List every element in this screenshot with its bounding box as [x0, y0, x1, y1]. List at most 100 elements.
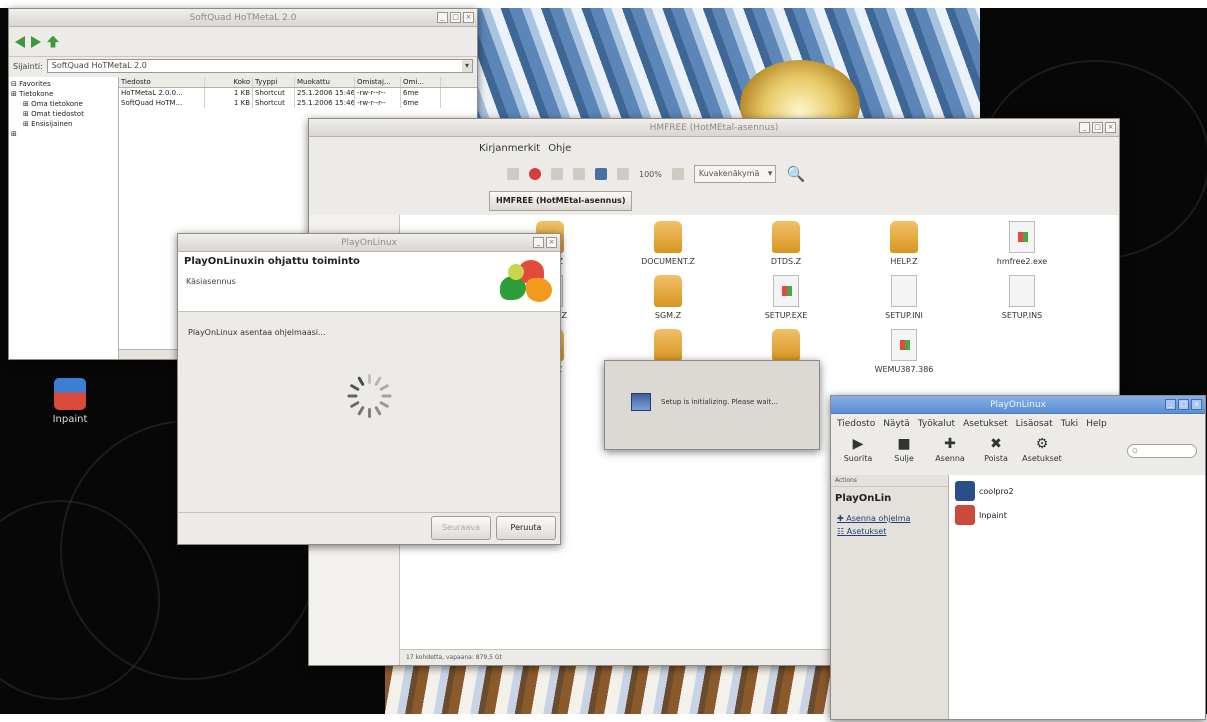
file-icon-item[interactable]: SETUP.INS — [967, 275, 1077, 320]
loading-spinner-icon — [347, 374, 392, 418]
column-header[interactable]: Muokattu — [295, 77, 355, 87]
column-header[interactable]: Koko — [205, 77, 253, 87]
hm-menubar: Kirjanmerkit Ohje — [309, 137, 1119, 159]
window-controls: _ □ × — [437, 12, 474, 23]
toolbar-install-button[interactable]: ✚ Asenna — [929, 434, 971, 463]
toolbar-run-button[interactable]: ▶ Suorita — [837, 434, 879, 463]
tree-item[interactable]: ⊞ — [11, 129, 116, 139]
file-icon — [1009, 221, 1035, 253]
table-row[interactable]: HoTMetaL 2.0.0... 1 KB Shortcut 25.1.2006 1… — [119, 88, 477, 98]
computer-icon[interactable] — [595, 168, 607, 180]
file-icon-item[interactable]: SETUP.EXE — [731, 275, 841, 320]
next-button[interactable]: Seuraava — [431, 516, 491, 540]
reload-icon[interactable] — [551, 168, 563, 180]
action-install[interactable]: ✚ Asenna ohjelma — [831, 512, 948, 525]
table-cell: -rw-r--r-- — [355, 98, 401, 108]
window-controls: _ □ × — [1165, 399, 1202, 410]
maximize-button[interactable]: □ — [450, 12, 461, 23]
app-list-item[interactable]: coolpro2 — [955, 479, 1199, 503]
up-arrow-icon[interactable] — [47, 35, 59, 48]
column-header[interactable]: Tiedosto — [119, 77, 205, 87]
menu-item[interactable]: Help — [1086, 419, 1107, 429]
close-button[interactable]: × — [546, 237, 557, 248]
menu-item[interactable]: Lisäosat — [1016, 419, 1053, 429]
file-icon — [891, 275, 917, 307]
toolbar-close-button[interactable]: ■ Sulje — [883, 434, 925, 463]
wallpaper-top — [470, 8, 980, 150]
folder-icon — [772, 221, 800, 253]
action-settings-label: Asetukset — [846, 527, 887, 536]
window-title: PlayOnLinux — [990, 400, 1046, 410]
menu-item[interactable]: Tiedosto — [837, 419, 875, 429]
menu-item[interactable]: Tuki — [1061, 419, 1079, 429]
close-button[interactable]: × — [1105, 122, 1116, 133]
pol-titlebar[interactable]: PlayOnLinux _ □ × — [831, 396, 1205, 414]
playonlinux-window: PlayOnLinux _ □ × Tiedosto Näytä Työkalut Ase… — [830, 395, 1206, 720]
folder-icon — [654, 275, 682, 307]
tree-item[interactable]: ⊞ Tietokone — [11, 89, 116, 99]
file-icon-item[interactable]: SGM.Z — [613, 275, 723, 320]
spinner-bar — [374, 405, 382, 416]
close-button[interactable]: × — [1191, 399, 1202, 410]
frame-top — [0, 0, 1207, 8]
menu-bookmarks[interactable]: Kirjanmerkit — [479, 143, 540, 154]
app-list-item[interactable]: Inpaint — [955, 503, 1199, 527]
fm-toolbar — [9, 27, 477, 57]
minimize-button[interactable]: _ — [1079, 122, 1090, 133]
path-crumb[interactable]: HMFREE (HotMEtal-asennus) — [489, 191, 633, 211]
minimize-button[interactable]: _ — [1165, 399, 1176, 410]
toolbar-settings-button[interactable]: ⚙ Asetukset — [1021, 434, 1063, 463]
spinner-bar — [349, 383, 360, 392]
wizard-titlebar[interactable]: PlayOnLinux _ × — [178, 234, 560, 252]
installed-apps-list[interactable]: coolpro2 Inpaint — [949, 475, 1205, 719]
file-icon-item[interactable]: DTDS.Z — [731, 221, 841, 266]
column-header[interactable]: Omi... — [401, 77, 441, 87]
file-name: WEMU387.386 — [874, 365, 934, 374]
table-row[interactable]: SoftQuad HoTM... 1 KB Shortcut 25.1.2006 15… — [119, 98, 477, 108]
view-mode-select[interactable]: Kuvakenäkymä — [693, 165, 777, 183]
cancel-button[interactable]: Peruuta — [496, 516, 556, 540]
zoom-out-icon[interactable] — [617, 168, 629, 180]
back-arrow-icon[interactable] — [15, 35, 25, 48]
file-icon-item[interactable]: DOCUMENT.Z — [613, 221, 723, 266]
tree-item[interactable]: ⊟ Favorites — [11, 79, 116, 89]
window-title: SoftQuad HoTMetaL 2.0 — [189, 13, 297, 23]
search-icon[interactable]: 🔍 — [786, 165, 805, 183]
stop-icon[interactable] — [529, 168, 541, 180]
tree-item[interactable]: ⊞ Omat tiedostot — [11, 109, 116, 119]
maximize-button[interactable]: □ — [1092, 122, 1103, 133]
table-cell: Shortcut — [253, 88, 295, 98]
action-settings[interactable]: ☷ Asetukset — [831, 525, 948, 538]
window-controls: _ × — [533, 237, 557, 248]
hmfree-titlebar[interactable]: HMFREE (HotMEtal-asennus) _ □ × — [309, 119, 1119, 137]
file-icon-item[interactable]: hmfree2.exe — [967, 221, 1077, 266]
file-icon-item[interactable]: HELP.Z — [849, 221, 959, 266]
toolbar-remove-button[interactable]: ✖ Poista — [975, 434, 1017, 463]
menu-help[interactable]: Ohje — [548, 143, 571, 154]
home-icon[interactable] — [573, 168, 585, 180]
up-icon[interactable] — [507, 168, 519, 180]
menu-item[interactable]: Työkalut — [918, 419, 955, 429]
zoom-in-icon[interactable] — [671, 168, 684, 180]
menu-item[interactable]: Näytä — [883, 419, 910, 429]
file-icon-item[interactable]: SETUP.INI — [849, 275, 959, 320]
minimize-button[interactable]: _ — [437, 12, 448, 23]
minimize-button[interactable]: _ — [533, 237, 544, 248]
forward-arrow-icon[interactable] — [31, 35, 41, 48]
tree-item[interactable]: ⊞ Ensisijainen — [11, 119, 116, 129]
desktop-icon-inpaint[interactable]: Inpaint — [40, 378, 100, 425]
location-combo[interactable]: SoftQuad HoTMetaL 2.0 — [46, 59, 473, 73]
playonlinux-logo-icon — [496, 258, 554, 306]
close-button[interactable]: × — [463, 12, 474, 23]
maximize-button[interactable]: □ — [1178, 399, 1189, 410]
file-name: SETUP.INI — [885, 311, 923, 320]
search-input[interactable]: Q — [1127, 444, 1197, 458]
path-bar: HMFREE (HotMEtal-asennus) — [309, 189, 1119, 213]
tree-item[interactable]: ⊞ Oma tietokone — [11, 99, 116, 109]
folder-tree[interactable]: ⊟ Favorites ⊞ Tietokone ⊞ Oma tietokone ⊞ O… — [9, 77, 119, 359]
file-icon-item[interactable]: WEMU387.386 — [849, 329, 959, 374]
softquad-titlebar[interactable]: SoftQuad HoTMetaL 2.0 _ □ × — [9, 9, 477, 27]
column-header[interactable]: Tyyppi — [253, 77, 295, 87]
column-header[interactable]: Omistaj... — [355, 77, 401, 87]
menu-item[interactable]: Asetukset — [963, 419, 1008, 429]
